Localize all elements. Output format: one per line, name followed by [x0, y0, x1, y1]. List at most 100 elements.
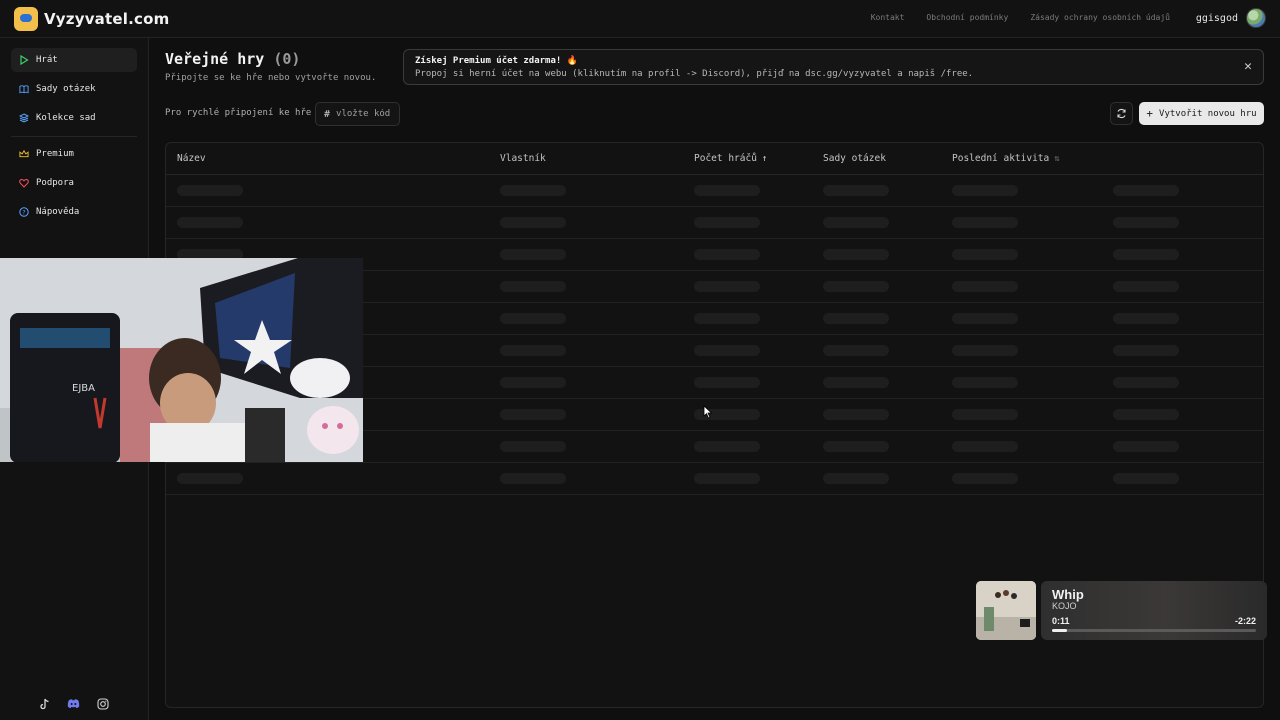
discord-icon[interactable]: [67, 697, 80, 710]
loading-skeleton: [694, 441, 760, 452]
loading-skeleton: [823, 377, 889, 388]
user-menu[interactable]: ggisgod: [1196, 8, 1266, 28]
column-label: Vlastník: [500, 153, 546, 164]
hash-icon: #: [324, 108, 331, 120]
sidebar-divider: [11, 136, 137, 137]
loading-skeleton: [500, 377, 566, 388]
refresh-button[interactable]: [1110, 102, 1133, 125]
game-count: (0): [273, 50, 301, 68]
loading-skeleton: [1113, 249, 1179, 260]
quick-join-label: Pro rychlé připojení ke hře: [165, 108, 312, 118]
elapsed-time: 0:11: [1052, 616, 1070, 626]
progress-bar[interactable]: [1052, 629, 1256, 632]
loading-skeleton: [823, 185, 889, 196]
avatar[interactable]: [1246, 8, 1266, 28]
loading-skeleton: [1113, 345, 1179, 356]
create-game-label: Vytvořit novou hru: [1159, 108, 1257, 119]
loading-skeleton: [1113, 409, 1179, 420]
progress-fill: [1052, 629, 1067, 632]
album-art: [976, 581, 1036, 640]
svg-text:?: ?: [22, 209, 25, 216]
loading-skeleton: [500, 185, 566, 196]
loading-skeleton: [500, 313, 566, 324]
premium-banner: Získej Premium účet zdarma! 🔥 Propoj si …: [403, 49, 1264, 85]
refresh-icon: [1117, 108, 1126, 119]
link-obchodni-podminky[interactable]: Obchodní podmínky: [926, 13, 1008, 22]
instagram-icon[interactable]: [96, 697, 109, 710]
site-logo[interactable]: Vyzyvatel.com: [14, 7, 169, 31]
column-label: Název: [177, 153, 206, 164]
loading-skeleton: [694, 473, 760, 484]
loading-skeleton: [1113, 217, 1179, 228]
column-label: Počet hráčů: [694, 153, 757, 164]
table-row: [166, 207, 1263, 239]
webcam-overlay: EJBA: [0, 258, 363, 462]
loading-skeleton: [1113, 473, 1179, 484]
remaining-time: -2:22: [1234, 616, 1256, 626]
book-icon: [19, 84, 29, 94]
loading-skeleton: [694, 345, 760, 356]
loading-skeleton: [500, 345, 566, 356]
sidebar-item-label: Podpora: [36, 178, 74, 188]
loading-skeleton: [500, 217, 566, 228]
loading-skeleton: [177, 473, 243, 484]
top-bar: Vyzyvatel.com Kontakt Obchodní podmínky …: [0, 0, 1280, 38]
loading-skeleton: [177, 185, 243, 196]
username[interactable]: ggisgod: [1196, 13, 1238, 24]
sidebar-item-label: Premium: [36, 149, 74, 159]
music-player[interactable]: Whip KOJO 0:11 -2:22: [1041, 581, 1267, 640]
column-nazev[interactable]: Název: [177, 153, 206, 164]
loading-skeleton: [500, 281, 566, 292]
sidebar-item-label: Kolekce sad: [36, 113, 96, 123]
game-code-field[interactable]: #: [315, 102, 400, 126]
heart-icon: [19, 178, 29, 188]
link-kontakt[interactable]: Kontakt: [871, 13, 905, 22]
layers-icon: [19, 113, 29, 123]
loading-skeleton: [823, 473, 889, 484]
loading-skeleton: [952, 249, 1018, 260]
column-sady-otazek[interactable]: Sady otázek: [823, 153, 886, 164]
loading-skeleton: [823, 313, 889, 324]
loading-skeleton: [1113, 377, 1179, 388]
loading-skeleton: [1113, 441, 1179, 452]
loading-skeleton: [500, 409, 566, 420]
loading-skeleton: [952, 217, 1018, 228]
banner-title: Získej Premium účet zdarma! 🔥: [415, 56, 578, 66]
sidebar-item-label: Nápověda: [36, 207, 80, 217]
sort-toggle-icon: ⇅: [1054, 153, 1060, 164]
sort-asc-icon: ↑: [761, 153, 768, 164]
loading-skeleton: [694, 249, 760, 260]
create-game-button[interactable]: + Vytvořit novou hru: [1139, 102, 1264, 125]
loading-skeleton: [952, 473, 1018, 484]
link-zasady[interactable]: Zásady ochrany osobních údajů: [1030, 13, 1170, 22]
sidebar-item-napoveda[interactable]: ? Nápověda: [11, 200, 137, 224]
loading-skeleton: [177, 217, 243, 228]
svg-text:EJBA: EJBA: [72, 383, 95, 394]
loading-skeleton: [823, 345, 889, 356]
close-icon[interactable]: ✕: [1244, 60, 1252, 73]
sidebar-item-sady-otazek[interactable]: Sady otázek: [11, 77, 137, 101]
loading-skeleton: [952, 185, 1018, 196]
loading-skeleton: [952, 313, 1018, 324]
column-pocet-hracu[interactable]: Počet hráčů ↑: [694, 153, 767, 164]
game-code-input[interactable]: [336, 109, 393, 119]
table-row: [166, 175, 1263, 207]
sidebar-item-premium[interactable]: Premium: [11, 142, 137, 166]
loading-skeleton: [823, 441, 889, 452]
plus-icon: +: [1146, 107, 1154, 120]
loading-skeleton: [1113, 281, 1179, 292]
loading-skeleton: [694, 313, 760, 324]
sidebar-item-podpora[interactable]: Podpora: [11, 171, 137, 195]
column-label: Poslední aktivita: [952, 153, 1050, 164]
sidebar-item-kolekce-sad[interactable]: Kolekce sad: [11, 106, 137, 130]
loading-skeleton: [694, 185, 760, 196]
mouse-cursor-icon: [703, 405, 713, 419]
track-artist: KOJO: [1052, 601, 1077, 611]
table-header: Název Vlastník Počet hráčů ↑ Sady otázek …: [166, 143, 1263, 175]
tiktok-icon[interactable]: [38, 697, 51, 710]
sidebar-item-hrat[interactable]: Hrát: [11, 48, 137, 72]
column-vlastnik[interactable]: Vlastník: [500, 153, 546, 164]
column-posledni-aktivita[interactable]: Poslední aktivita ⇅: [952, 153, 1060, 164]
social-links: [38, 697, 109, 710]
loading-skeleton: [952, 441, 1018, 452]
